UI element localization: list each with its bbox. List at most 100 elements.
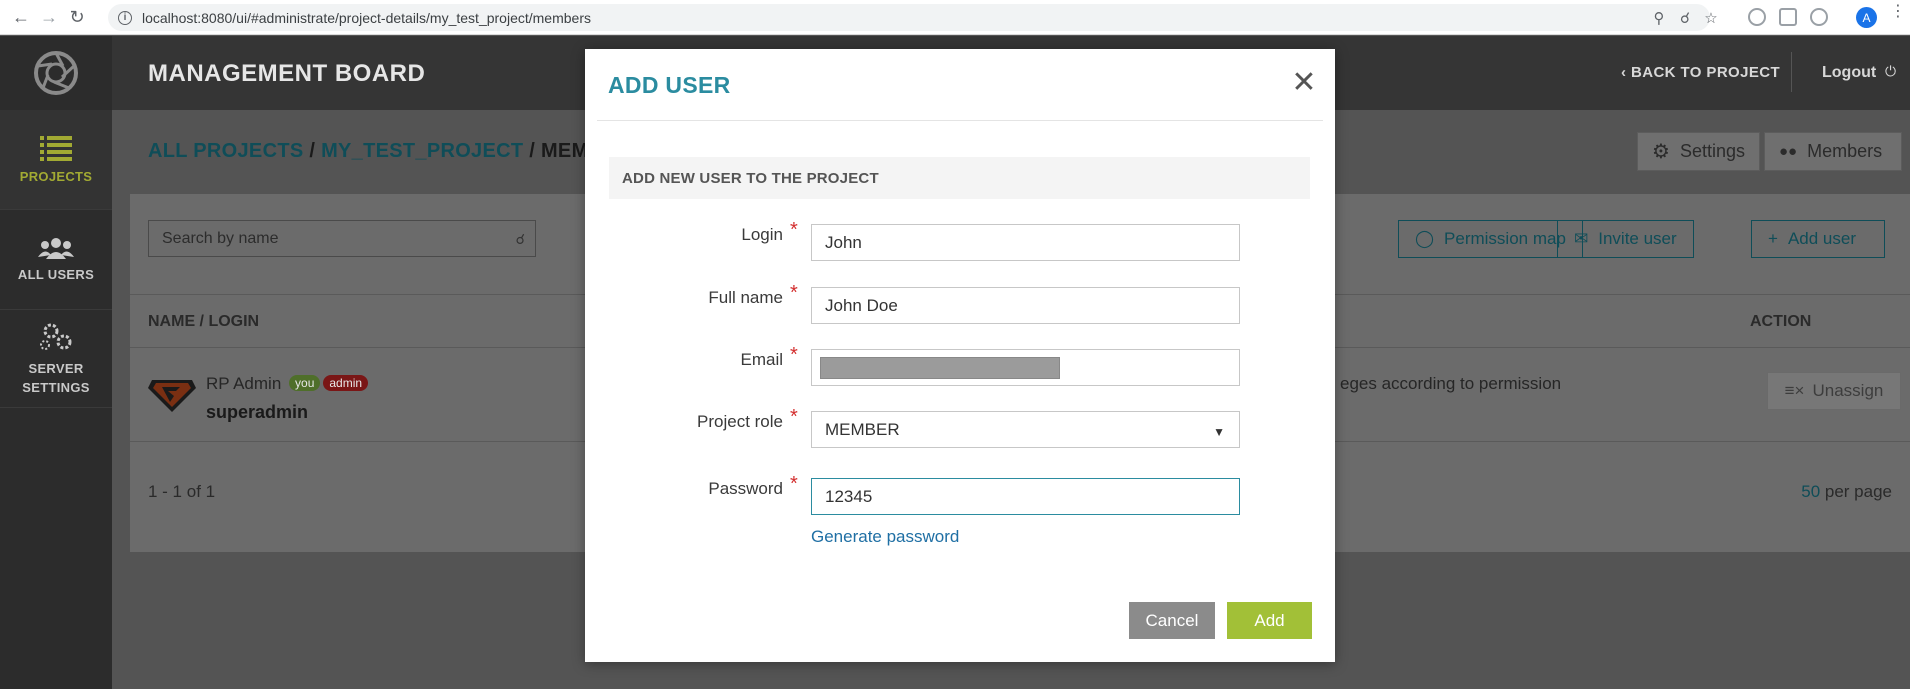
search-placeholder: Search by name bbox=[162, 229, 279, 247]
extension-icon[interactable] bbox=[1748, 8, 1766, 26]
project-role-select[interactable]: MEMBER ▼ bbox=[811, 411, 1240, 448]
sidebar: PROJECTS ALL USERS SERVER SETTINGS bbox=[0, 36, 112, 689]
aperture-logo-icon bbox=[34, 51, 78, 95]
tab-settings[interactable]: ⚙ Settings bbox=[1637, 132, 1760, 171]
required-marker: * bbox=[790, 406, 798, 428]
required-marker: * bbox=[790, 282, 798, 304]
extension-icon[interactable] bbox=[1779, 8, 1797, 26]
admin-badge: admin bbox=[323, 375, 369, 391]
email-field[interactable] bbox=[811, 349, 1240, 386]
button-label: Unassign bbox=[1812, 381, 1884, 400]
full-name-label: Full name bbox=[708, 288, 783, 307]
tab-members[interactable]: ●● Members bbox=[1764, 132, 1902, 171]
sidebar-item-server-settings[interactable]: SERVER SETTINGS bbox=[0, 310, 112, 408]
email-label: Email bbox=[740, 350, 783, 369]
back-to-project-link[interactable]: ‹ BACK TO PROJECT bbox=[1621, 64, 1780, 81]
gear-icon: ⚙ bbox=[1652, 141, 1670, 163]
per-page-selector[interactable]: 50 per page bbox=[1801, 482, 1892, 502]
browser-toolbar: ← → ↻ i localhost:8080/ui/#administrate/… bbox=[0, 0, 1910, 35]
you-badge: you bbox=[289, 375, 321, 391]
user-full-name: RP Admin bbox=[206, 374, 282, 393]
add-user-button[interactable]: + Add user bbox=[1751, 220, 1885, 258]
forward-arrow-icon[interactable]: → bbox=[35, 3, 63, 31]
list-icon bbox=[40, 136, 72, 161]
project-role-label: Project role bbox=[697, 412, 783, 431]
sidebar-item-all-users[interactable]: ALL USERS bbox=[0, 210, 112, 310]
tab-label: Settings bbox=[1679, 141, 1745, 161]
permission-text: eges according to permission bbox=[1340, 374, 1562, 393]
lock-icon: ◯ bbox=[1415, 229, 1435, 248]
password-field[interactable]: 12345 bbox=[811, 478, 1240, 515]
info-icon[interactable]: i bbox=[118, 10, 132, 25]
full-name-value: John Doe bbox=[825, 295, 898, 315]
app-logo[interactable] bbox=[0, 36, 112, 110]
add-user-icon: + bbox=[1768, 229, 1778, 248]
address-bar[interactable]: i localhost:8080/ui/#administrate/projec… bbox=[108, 4, 1718, 31]
section-heading: ADD NEW USER TO THE PROJECT bbox=[609, 157, 1310, 199]
column-header-name[interactable]: NAME / LOGIN bbox=[148, 313, 259, 331]
invite-user-icon: ✉ bbox=[1574, 229, 1589, 248]
user-avatar bbox=[148, 378, 196, 417]
full-name-field[interactable]: John Doe bbox=[811, 287, 1240, 324]
profile-avatar[interactable]: A bbox=[1856, 7, 1877, 28]
permission-map-button[interactable]: ◯ Permission map bbox=[1398, 220, 1583, 258]
required-marker: * bbox=[790, 219, 798, 241]
star-icon[interactable]: ☆ bbox=[1702, 9, 1720, 27]
close-icon[interactable]: ✕ bbox=[1289, 66, 1319, 99]
search-icon: ☌ bbox=[515, 231, 525, 247]
breadcrumb-project[interactable]: MY_TEST_PROJECT bbox=[321, 140, 523, 162]
project-role-value: MEMBER bbox=[825, 419, 900, 439]
login-value: John bbox=[825, 232, 862, 252]
sidebar-item-label: PROJECTS bbox=[19, 169, 93, 184]
breadcrumb-separator: / bbox=[523, 140, 541, 162]
power-icon[interactable]: ⏻ bbox=[1885, 63, 1896, 80]
logout-button[interactable]: Logout bbox=[1822, 64, 1876, 82]
gears-icon bbox=[40, 323, 72, 350]
search-input[interactable]: Search by name ☌ bbox=[148, 220, 536, 257]
per-page-count[interactable]: 50 bbox=[1801, 482, 1820, 501]
browser-menu-icon[interactable]: ⋮ bbox=[1890, 4, 1906, 20]
sidebar-item-label: SERVER SETTINGS bbox=[22, 360, 90, 395]
required-marker: * bbox=[790, 473, 798, 495]
cancel-button[interactable]: Cancel bbox=[1129, 602, 1215, 639]
password-value: 12345 bbox=[825, 486, 873, 506]
sidebar-item-projects[interactable]: PROJECTS bbox=[0, 110, 112, 210]
button-label: Add user bbox=[1787, 229, 1856, 248]
column-header-action: ACTION bbox=[1750, 313, 1812, 330]
add-user-modal: ADD USER ✕ ADD NEW USER TO THE PROJECT L… bbox=[585, 49, 1335, 662]
pagination-info: 1 - 1 of 1 bbox=[148, 482, 216, 501]
url-text[interactable]: localhost:8080/ui/#administrate/project-… bbox=[142, 10, 591, 26]
unassign-icon: ≡× bbox=[1784, 381, 1805, 400]
modal-title: ADD USER bbox=[608, 72, 731, 98]
zoom-icon[interactable]: ☌ bbox=[1676, 9, 1694, 27]
generate-password-link[interactable]: Generate password bbox=[811, 527, 959, 547]
breadcrumb-all-projects[interactable]: ALL PROJECTS bbox=[148, 140, 303, 162]
reload-icon[interactable]: ↻ bbox=[63, 3, 91, 31]
user-name: RP Admin you admin bbox=[206, 374, 369, 394]
button-label: Permission map bbox=[1444, 229, 1566, 248]
page-title: MANAGEMENT BOARD bbox=[148, 60, 426, 87]
caret-down-icon: ▼ bbox=[1213, 425, 1225, 439]
login-label: Login bbox=[741, 225, 783, 244]
sidebar-item-label: ALL USERS bbox=[17, 267, 95, 282]
login-field[interactable]: John bbox=[811, 224, 1240, 261]
unassign-button[interactable]: ≡× Unassign bbox=[1767, 372, 1901, 410]
password-label: Password bbox=[708, 479, 783, 498]
superman-logo-icon bbox=[148, 380, 196, 412]
users-icon bbox=[38, 238, 74, 259]
add-button[interactable]: Add bbox=[1227, 602, 1312, 639]
invite-user-button[interactable]: ✉ Invite user bbox=[1557, 220, 1694, 258]
required-marker: * bbox=[790, 344, 798, 366]
users-icon: ●● bbox=[1779, 143, 1798, 160]
user-login: superadmin bbox=[206, 402, 309, 422]
header-divider bbox=[1791, 52, 1792, 92]
button-label: Invite user bbox=[1598, 229, 1677, 248]
back-arrow-icon[interactable]: ← bbox=[7, 3, 35, 31]
breadcrumb: ALL PROJECTS / MY_TEST_PROJECT / MEMBERS bbox=[148, 140, 645, 163]
modal-divider bbox=[597, 120, 1323, 121]
tab-label: Members bbox=[1807, 141, 1883, 161]
back-to-project-label: BACK TO PROJECT bbox=[1630, 64, 1781, 81]
extension-icon[interactable] bbox=[1810, 8, 1828, 26]
key-icon[interactable]: ⚲ bbox=[1650, 9, 1668, 27]
chevron-left-icon: ‹ bbox=[1621, 64, 1627, 81]
